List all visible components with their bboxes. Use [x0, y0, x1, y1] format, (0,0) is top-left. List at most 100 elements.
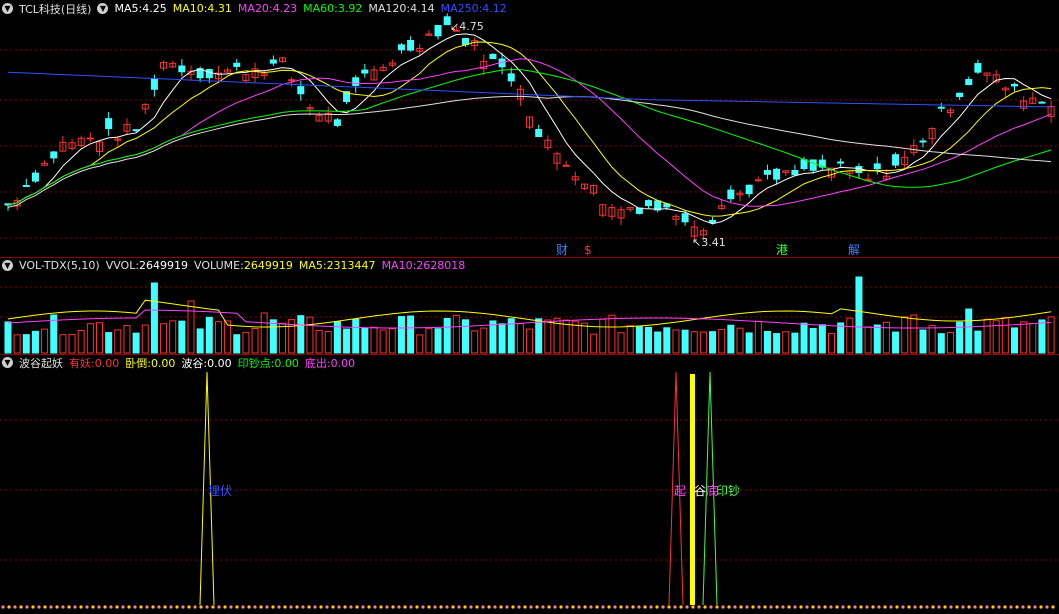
volume-bar	[407, 315, 415, 354]
baseline-dot	[241, 605, 245, 609]
volume-bar	[324, 330, 332, 354]
baseline-dot	[73, 605, 77, 609]
volume-bar	[1001, 317, 1009, 354]
volume-bar	[681, 329, 689, 354]
high-price-label: ↙4.75	[450, 20, 484, 33]
event-marker: 港	[776, 243, 788, 257]
baseline-dot	[709, 605, 713, 609]
volume-bar	[699, 331, 707, 354]
volume-bar	[919, 329, 927, 354]
candle-body	[645, 200, 652, 207]
candle-body	[105, 118, 113, 130]
chevron-down-icon[interactable]: ▼	[2, 357, 13, 368]
baseline-dot	[799, 605, 803, 609]
volume-bar	[434, 328, 442, 354]
baseline-dot	[337, 605, 341, 609]
baseline-dot	[91, 605, 95, 609]
volume-bar	[388, 328, 396, 354]
price-legend-label: MA60:	[303, 2, 338, 15]
indicator-chart-panel[interactable]: 埋伏起谷底印钞 ▼ 波谷起妖 有妖: 0.00 卧倒: 0.00 波谷: 0.00 印…	[0, 354, 1059, 614]
baseline-dot	[895, 605, 899, 609]
volume-bar	[791, 332, 799, 354]
volume-bar	[617, 332, 625, 354]
volume-bar	[233, 334, 241, 354]
volume-bar	[544, 319, 552, 354]
price-legend-label: MA5:	[114, 2, 143, 15]
volume-bar	[590, 333, 598, 354]
baseline-dot	[931, 605, 935, 609]
baseline-dot	[829, 605, 833, 609]
price-legend-item: MA250: 4.12	[441, 2, 507, 15]
candle-body	[709, 219, 717, 224]
volume-bar	[937, 333, 945, 354]
volume-bar	[526, 328, 534, 354]
indicator-chart[interactable]: 埋伏起谷底印钞	[0, 354, 1059, 614]
baseline-dot	[133, 605, 137, 609]
baseline-dot	[499, 605, 503, 609]
signal-label: 埋伏	[208, 484, 232, 498]
baseline-dot	[217, 605, 221, 609]
volume-bar	[150, 282, 158, 354]
baseline-dot	[349, 605, 353, 609]
volume-bar	[214, 321, 222, 354]
baseline-dot	[427, 605, 431, 609]
baseline-dot	[763, 605, 767, 609]
price-legend-label: MA10:	[172, 2, 208, 15]
candle-body	[507, 73, 515, 82]
baseline-dot	[1015, 605, 1019, 609]
indicator-legend-value: 0.00	[150, 356, 176, 370]
candle-body	[434, 24, 442, 37]
volume-ma10-line	[7, 309, 1052, 329]
baseline-dot	[973, 605, 977, 609]
baseline-dot	[691, 605, 695, 609]
candle-body	[86, 137, 94, 140]
price-chart[interactable]: ↙4.75 ↖3.41 财 $ 港 解	[0, 0, 1059, 257]
price-legend-value: 4.14	[410, 2, 435, 15]
volume-chart-panel[interactable]: ▼ VOL-TDX(5,10) VVOL: 2649919 VOLUME: 264…	[0, 257, 1059, 354]
chevron-down-icon[interactable]: ▼	[2, 260, 13, 271]
volume-bar	[672, 329, 680, 354]
baseline-dot	[31, 605, 35, 609]
ma120-line	[7, 95, 1052, 208]
signal-label: 印钞	[716, 483, 740, 498]
baseline-dot	[49, 605, 53, 609]
baseline-dot	[817, 605, 821, 609]
volume-bar	[251, 327, 259, 354]
baseline-dot	[607, 605, 611, 609]
baseline-dot	[421, 605, 425, 609]
volume-legend-item: MA10: 2628018	[382, 259, 466, 272]
candle-body	[873, 163, 881, 170]
chevron-down-icon[interactable]: ▼	[2, 3, 13, 14]
candle-body	[562, 164, 570, 167]
chevron-down-icon[interactable]: ▼	[97, 3, 109, 14]
baseline-dot	[379, 605, 383, 609]
baseline-dot	[37, 605, 41, 609]
volume-bar	[709, 331, 717, 354]
indicator-legend-value: 0.00	[330, 356, 356, 370]
baseline-dot	[19, 605, 23, 609]
volume-bar	[397, 316, 405, 354]
baseline-dot	[919, 605, 923, 609]
baseline-dot	[577, 605, 581, 609]
baseline-dot	[649, 605, 653, 609]
volume-bar	[800, 322, 808, 354]
volume-legend-items: VVOL: 2649919 VOLUME: 2649919 MA5: 2313447…	[106, 259, 466, 272]
volume-bar	[873, 324, 881, 354]
volume-bar	[123, 325, 131, 354]
baseline-dot	[523, 605, 527, 609]
volume-bar	[196, 328, 204, 354]
indicator-legend-item: 印钞点: 0.00	[238, 355, 299, 371]
baseline-dot	[139, 605, 143, 609]
volume-bar	[1038, 319, 1046, 354]
baseline-dot	[793, 605, 797, 609]
baseline-dot	[769, 605, 773, 609]
price-chart-panel[interactable]: ↙4.75 ↖3.41 财 $ 港解 ▼ TCL科技(日线) ▼ MA5: 4.25 MA…	[0, 0, 1059, 257]
event-marker: 财	[556, 243, 568, 257]
baseline-dot	[937, 605, 941, 609]
volume-legend-label: VVOL:	[105, 259, 140, 272]
baseline-dot	[739, 605, 743, 609]
candle-body	[956, 92, 964, 98]
baseline-dot	[697, 605, 701, 609]
baseline-dot	[535, 605, 539, 609]
baseline-dot	[283, 605, 287, 609]
